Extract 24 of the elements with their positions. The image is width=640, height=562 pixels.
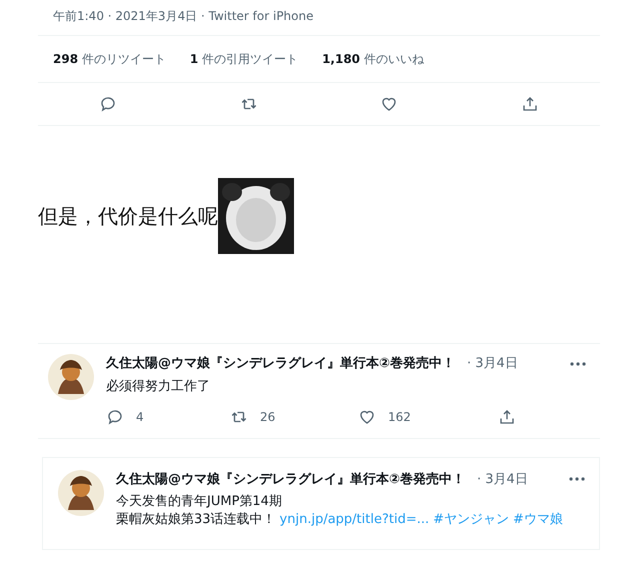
- tweet-text: 栗帽灰姑娘第33话连载中！: [116, 511, 276, 529]
- tweet-date[interactable]: · 3月4日: [467, 354, 518, 374]
- tweet-text: 今天发售的青年JUMP第14期: [116, 493, 282, 511]
- user-name[interactable]: 久住太陽@ウマ娘『シンデレラグレイ』単行本②巻発売中！: [116, 470, 466, 489]
- tweet-date[interactable]: · 3月4日: [477, 470, 528, 489]
- tweet-meta: 午前1:40 · 2021年3月4日 · Twitter for iPhone: [52, 8, 314, 25]
- more-icon[interactable]: [570, 362, 586, 366]
- reply-icon[interactable]: [99, 95, 118, 113]
- user-name[interactable]: 久住太陽@ウマ娘『シンデレラグレイ』単行本②巻発売中！: [106, 354, 456, 374]
- heart-icon[interactable]: [380, 95, 398, 113]
- avatar[interactable]: [48, 354, 94, 400]
- avatar[interactable]: [58, 470, 104, 516]
- more-icon[interactable]: [569, 477, 585, 482]
- share-icon[interactable]: [520, 95, 539, 113]
- stat-link[interactable]: 1,180 件のいいね: [322, 50, 424, 68]
- stat-link[interactable]: 298 件のリツイート: [53, 50, 166, 68]
- reply-count: 4: [136, 408, 144, 426]
- share-icon[interactable]: [498, 408, 516, 426]
- retweet-count: 26: [260, 408, 276, 426]
- like-count: 162: [388, 408, 411, 426]
- caption: 但是，代价是什么呢: [38, 203, 218, 230]
- stat-link[interactable]: 1 件の引用ツイート: [190, 50, 298, 68]
- tweet-text: 必须得努力工作了: [106, 378, 210, 396]
- reply-icon[interactable]: [106, 408, 124, 426]
